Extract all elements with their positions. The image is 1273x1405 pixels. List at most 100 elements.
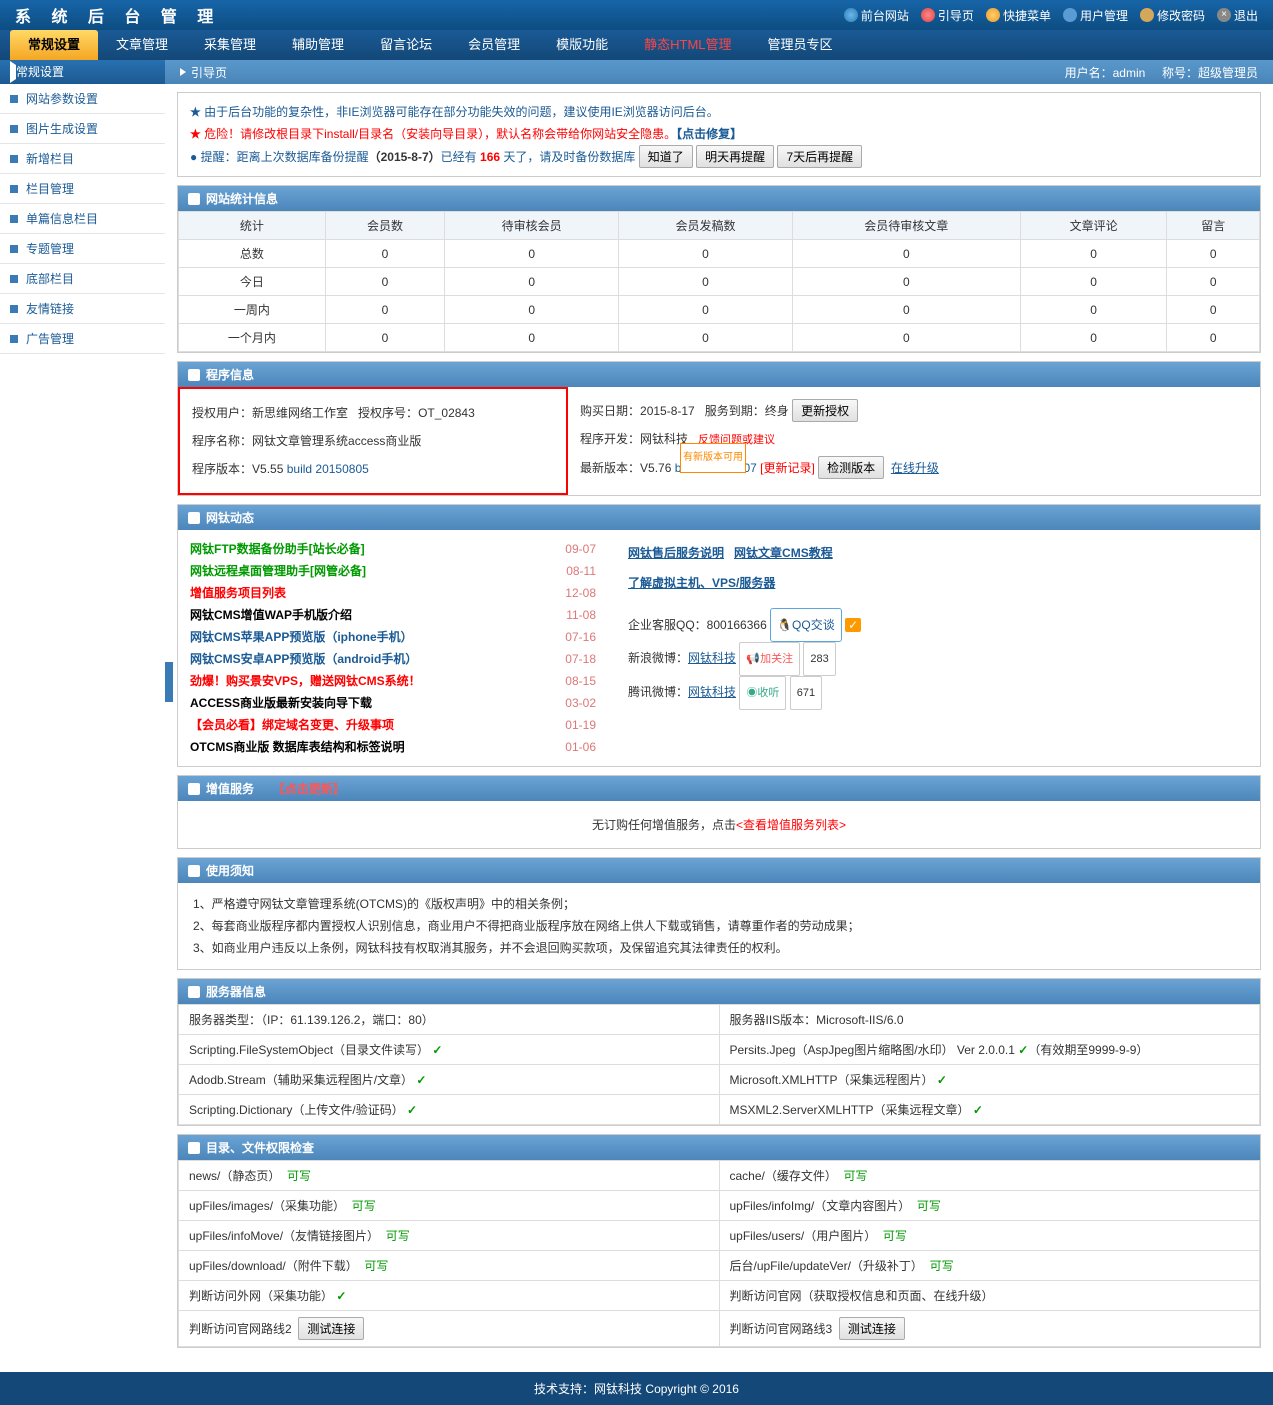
nav-member[interactable]: 会员管理 [450, 30, 538, 60]
vps-link[interactable]: 了解虚拟主机、VPS/服务器 [628, 576, 775, 590]
news-link[interactable]: 网钛CMS安卓APP预览版（android手机） [190, 648, 417, 670]
sidebar-ads[interactable]: 广告管理 [0, 324, 165, 354]
square-icon [10, 155, 18, 163]
addon-list-link[interactable]: <查看增值服务列表> [736, 818, 846, 832]
nav-aux[interactable]: 辅助管理 [274, 30, 362, 60]
nav-template[interactable]: 模版功能 [538, 30, 626, 60]
news-side: 网钛售后服务说明 网钛文章CMS教程 了解虚拟主机、VPS/服务器 企业客服QQ… [608, 530, 1260, 766]
sub-header: 常规设置 引导页 用户名：admin 称号：超级管理员 [0, 60, 1273, 84]
nav-general[interactable]: 常规设置 [10, 30, 98, 60]
news-link[interactable]: 网钛CMS苹果APP预览版（iphone手机） [190, 626, 413, 648]
breadcrumb-guide[interactable]: 引导页 [191, 64, 227, 81]
table-row: upFiles/images/（采集功能） 可写upFiles/infoImg/… [179, 1191, 1260, 1221]
guide-link[interactable]: 引导页 [921, 7, 974, 24]
user-mgmt-link[interactable]: 用户管理 [1063, 7, 1128, 24]
table-row: 今日000000 [179, 268, 1260, 296]
stats-table: 统计会员数待审核会员会员发稿数会员待审核文章文章评论留言 总数000000 今日… [178, 211, 1260, 352]
nav-collect[interactable]: 采集管理 [186, 30, 274, 60]
tomorrow-button[interactable]: 明天再提醒 [696, 145, 774, 168]
new-version-tag: 有新版本可用 [680, 443, 746, 473]
exit-link[interactable]: ×退出 [1217, 7, 1258, 24]
online-upgrade-link[interactable]: 在线升级 [891, 461, 939, 475]
table-row: 服务器类型：（IP：61.139.126.2，端口：80）服务器IIS版本：Mi… [179, 1005, 1260, 1035]
square-icon [10, 95, 18, 103]
sidebar-friendlink[interactable]: 友情链接 [0, 294, 165, 324]
square-icon [10, 275, 18, 283]
news-panel: 网钛动态 网钛FTP数据备份助手[站长必备]09-07网钛远程桌面管理助手[网管… [177, 504, 1261, 767]
nav-admin[interactable]: 管理员专区 [750, 30, 851, 60]
table-row: upFiles/infoMove/（友情链接图片） 可写upFiles/user… [179, 1221, 1260, 1251]
tx-link[interactable]: 网钛科技 [688, 685, 736, 699]
sina-follow-button[interactable]: 📢加关注 [739, 642, 800, 676]
nav-article[interactable]: 文章管理 [98, 30, 186, 60]
sidebar-collapse-handle[interactable] [165, 662, 173, 702]
sidebar: 网站参数设置 图片生成设置 新增栏目 栏目管理 单篇信息栏目 专题管理 底部栏目… [0, 84, 165, 1364]
globe-icon [844, 8, 858, 22]
square-icon [10, 125, 18, 133]
addon-refresh-link[interactable]: 【点击更新】 [273, 780, 345, 797]
news-link[interactable]: 网钛远程桌面管理助手[网管必备] [190, 560, 366, 582]
news-link[interactable]: OTCMS商业版 数据库表结构和标签说明 [190, 736, 405, 758]
sub-left-label: 常规设置 [0, 60, 165, 84]
7days-button[interactable]: 7天后再提醒 [777, 145, 862, 168]
current-role: 超级管理员 [1198, 66, 1258, 80]
fix-link[interactable]: 【点击修复】 [676, 127, 742, 141]
perm-panel: 目录、文件权限检查 news/（静态页） 可写cache/（缓存文件） 可写up… [177, 1134, 1261, 1348]
main-content: ★ 由于后台功能的复杂性，非IE浏览器可能存在部分功能失效的问题，建议使用IE浏… [165, 84, 1273, 1364]
news-link[interactable]: 【会员必看】绑定域名变更、升级事项 [190, 714, 394, 736]
table-row: Adodb.Stream（辅助采集远程图片/文章） ✓Microsoft.XML… [179, 1065, 1260, 1095]
lifering-icon [921, 8, 935, 22]
lightning-icon [986, 8, 1000, 22]
sina-link[interactable]: 网钛科技 [688, 651, 736, 665]
table-row: 判断访问官网路线2 测试连接判断访问官网路线3 测试连接 [179, 1311, 1260, 1347]
news-link[interactable]: 网钛CMS增值WAP手机版介绍 [190, 604, 352, 626]
news-list: 网钛FTP数据备份助手[站长必备]09-07网钛远程桌面管理助手[网管必备]08… [178, 530, 608, 766]
change-pass-link[interactable]: 修改密码 [1140, 7, 1205, 24]
check-version-button[interactable]: 检测版本 [818, 456, 884, 479]
usage-panel: 使用须知 1、严格遵守网钛文章管理系统(OTCMS)的《版权声明》中的相关条例；… [177, 857, 1261, 970]
sidebar-site-params[interactable]: 网站参数设置 [0, 84, 165, 114]
addon-panel: 增值服务 【点击更新】 无订购任何增值服务，点击<查看增值服务列表> [177, 775, 1261, 849]
tutorial-link[interactable]: 网钛文章CMS教程 [734, 546, 833, 560]
tx-listen-button[interactable]: ◉收听 [739, 676, 786, 710]
news-link[interactable]: 网钛FTP数据备份助手[站长必备] [190, 538, 365, 560]
addon-empty: 无订购任何增值服务，点击<查看增值服务列表> [178, 801, 1260, 848]
user-icon [1063, 8, 1077, 22]
square-icon [10, 335, 18, 343]
square-icon [10, 185, 18, 193]
server-panel: 服务器信息 服务器类型：（IP：61.139.126.2，端口：80）服务器II… [177, 978, 1261, 1126]
table-row: 一周内000000 [179, 296, 1260, 324]
sidebar-footer-col[interactable]: 底部栏目 [0, 264, 165, 294]
qq-chat-button[interactable]: 🐧QQ交谈 [770, 608, 842, 642]
sidebar-topic[interactable]: 专题管理 [0, 234, 165, 264]
table-row: 总数000000 [179, 240, 1260, 268]
quick-menu-link[interactable]: 快捷菜单 [986, 7, 1051, 24]
front-link[interactable]: 前台网站 [844, 7, 909, 24]
notice-box: ★ 由于后台功能的复杂性，非IE浏览器可能存在部分功能失效的问题，建议使用IE浏… [177, 92, 1261, 177]
update-auth-button[interactable]: 更新授权 [792, 399, 858, 422]
test-conn-button[interactable]: 测试连接 [298, 1317, 364, 1340]
nav-html[interactable]: 静态HTML管理 [626, 30, 749, 60]
test-conn-button[interactable]: 测试连接 [839, 1317, 905, 1340]
table-row: 一个月内000000 [179, 324, 1260, 352]
sidebar-new-column[interactable]: 新增栏目 [0, 144, 165, 174]
table-row: 判断访问外网（采集功能） ✓判断访问官网（获取授权信息和页面、在线升级） [179, 1281, 1260, 1311]
footer: 技术支持：网钛科技 Copyright © 2016 [0, 1372, 1273, 1405]
stats-panel: 网站统计信息 统计会员数待审核会员会员发稿数会员待审核文章文章评论留言 总数00… [177, 185, 1261, 353]
news-link[interactable]: ACCESS商业版最新安装向导下载 [190, 692, 372, 714]
square-icon [10, 245, 18, 253]
update-log-link[interactable]: [更新记录] [760, 461, 815, 475]
sina-count: 283 [803, 642, 835, 676]
footer-company-link[interactable]: 网钛科技 [594, 1382, 642, 1396]
sidebar-single-page[interactable]: 单篇信息栏目 [0, 204, 165, 234]
auth-info-box: 授权用户：新思维网络工作室 授权序号：OT_02843 程序名称：网钛文章管理系… [178, 387, 568, 495]
table-row: Scripting.FileSystemObject（目录文件读写） ✓Pers… [179, 1035, 1260, 1065]
news-link[interactable]: 增值服务项目列表 [190, 582, 286, 604]
nav-forum[interactable]: 留言论坛 [362, 30, 450, 60]
news-link[interactable]: 劲爆！购买景安VPS，赠送网钛CMS系统！ [190, 670, 421, 692]
know-button[interactable]: 知道了 [639, 145, 693, 168]
sidebar-column-mgmt[interactable]: 栏目管理 [0, 174, 165, 204]
sale-link[interactable]: 网钛售后服务说明 [628, 546, 724, 560]
sidebar-image-gen[interactable]: 图片生成设置 [0, 114, 165, 144]
header-links: 前台网站 引导页 快捷菜单 用户管理 修改密码 ×退出 [844, 7, 1258, 24]
